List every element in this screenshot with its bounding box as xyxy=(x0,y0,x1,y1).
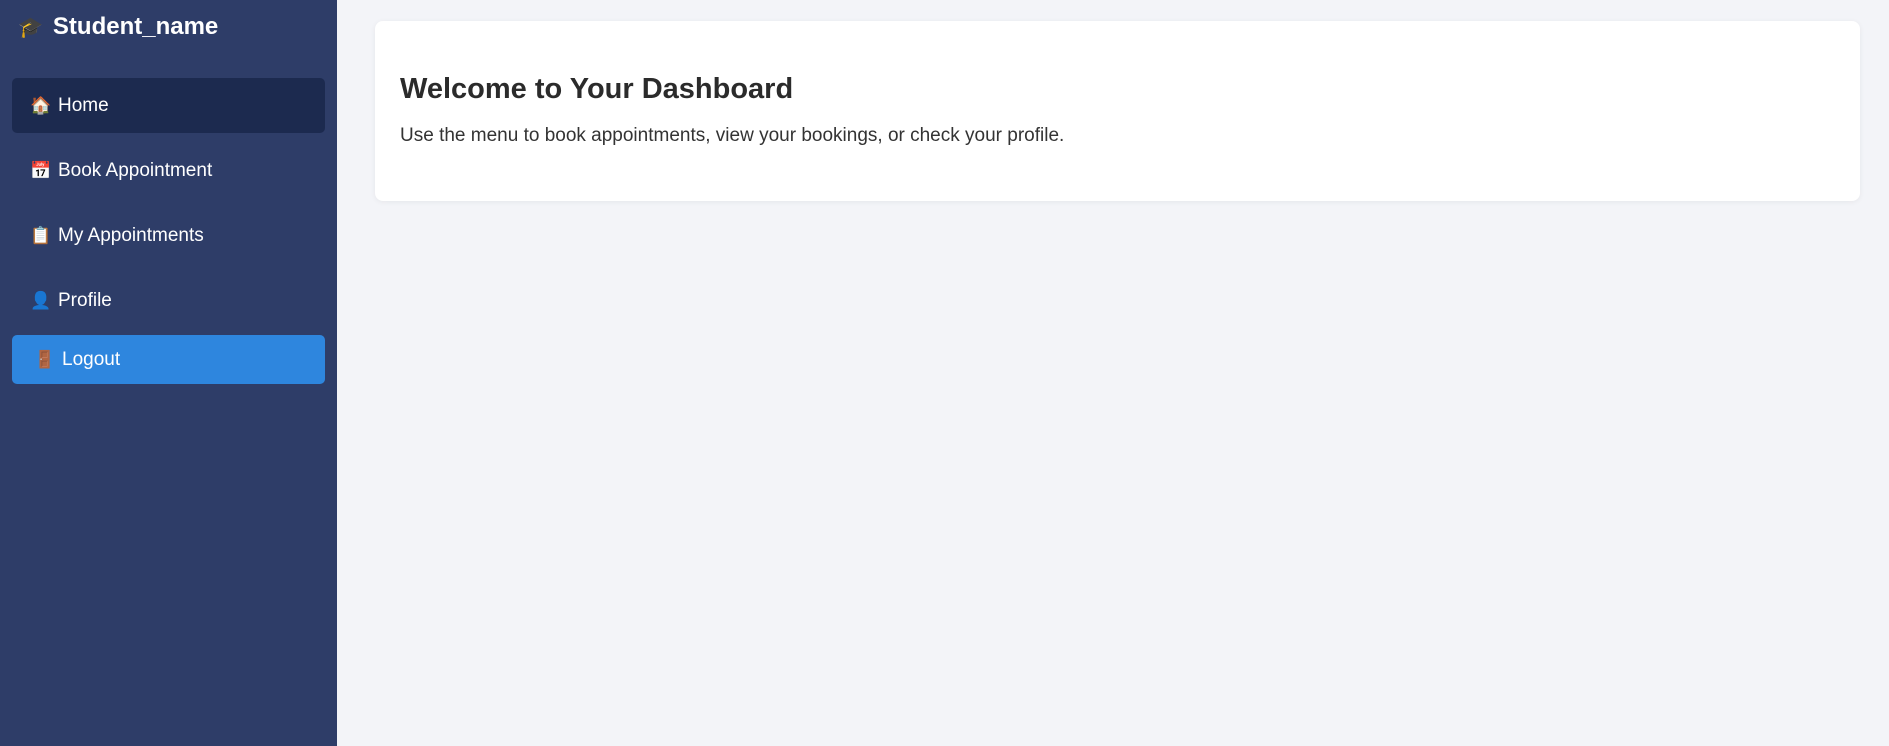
sidebar-item-profile[interactable]: 👤 Profile xyxy=(12,273,325,328)
sidebar: 🎓 Student_name 🏠 Home 📅 Book Appointment… xyxy=(0,0,337,746)
app-root: 🎓 Student_name 🏠 Home 📅 Book Appointment… xyxy=(0,0,1889,746)
logout-label: Logout xyxy=(62,348,121,370)
brand-title: Student_name xyxy=(52,13,219,40)
sidebar-item-label: My Appointments xyxy=(58,224,204,246)
sidebar-item-home[interactable]: 🏠 Home xyxy=(12,78,325,133)
calendar-icon: 📅 xyxy=(30,160,52,180)
sidebar-item-label: Home xyxy=(58,94,109,116)
main-content: Welcome to Your Dashboard Use the menu t… xyxy=(337,0,1889,746)
house-icon: 🏠 xyxy=(30,95,52,115)
page-title: Welcome to Your Dashboard xyxy=(400,73,794,105)
sidebar-item-my-appointments[interactable]: 📋 My Appointments xyxy=(12,208,325,263)
sidebar-item-book-appointment[interactable]: 📅 Book Appointment xyxy=(12,143,325,198)
logout-button[interactable]: 🚪 Logout xyxy=(12,335,325,384)
clipboard-icon: 📋 xyxy=(30,225,52,245)
sidebar-item-label: Book Appointment xyxy=(58,159,213,181)
graduation-cap-icon: 🎓 xyxy=(18,16,43,39)
door-icon: 🚪 xyxy=(34,349,56,369)
sidebar-nav: 🏠 Home 📅 Book Appointment 📋 My Appointme… xyxy=(12,78,325,394)
welcome-description: Use the menu to book appointments, view … xyxy=(400,125,1065,146)
sidebar-item-label: Profile xyxy=(58,289,112,311)
person-icon: 👤 xyxy=(30,290,52,310)
brand: 🎓 Student_name xyxy=(18,12,325,42)
welcome-card: Welcome to Your Dashboard Use the menu t… xyxy=(375,21,1860,201)
